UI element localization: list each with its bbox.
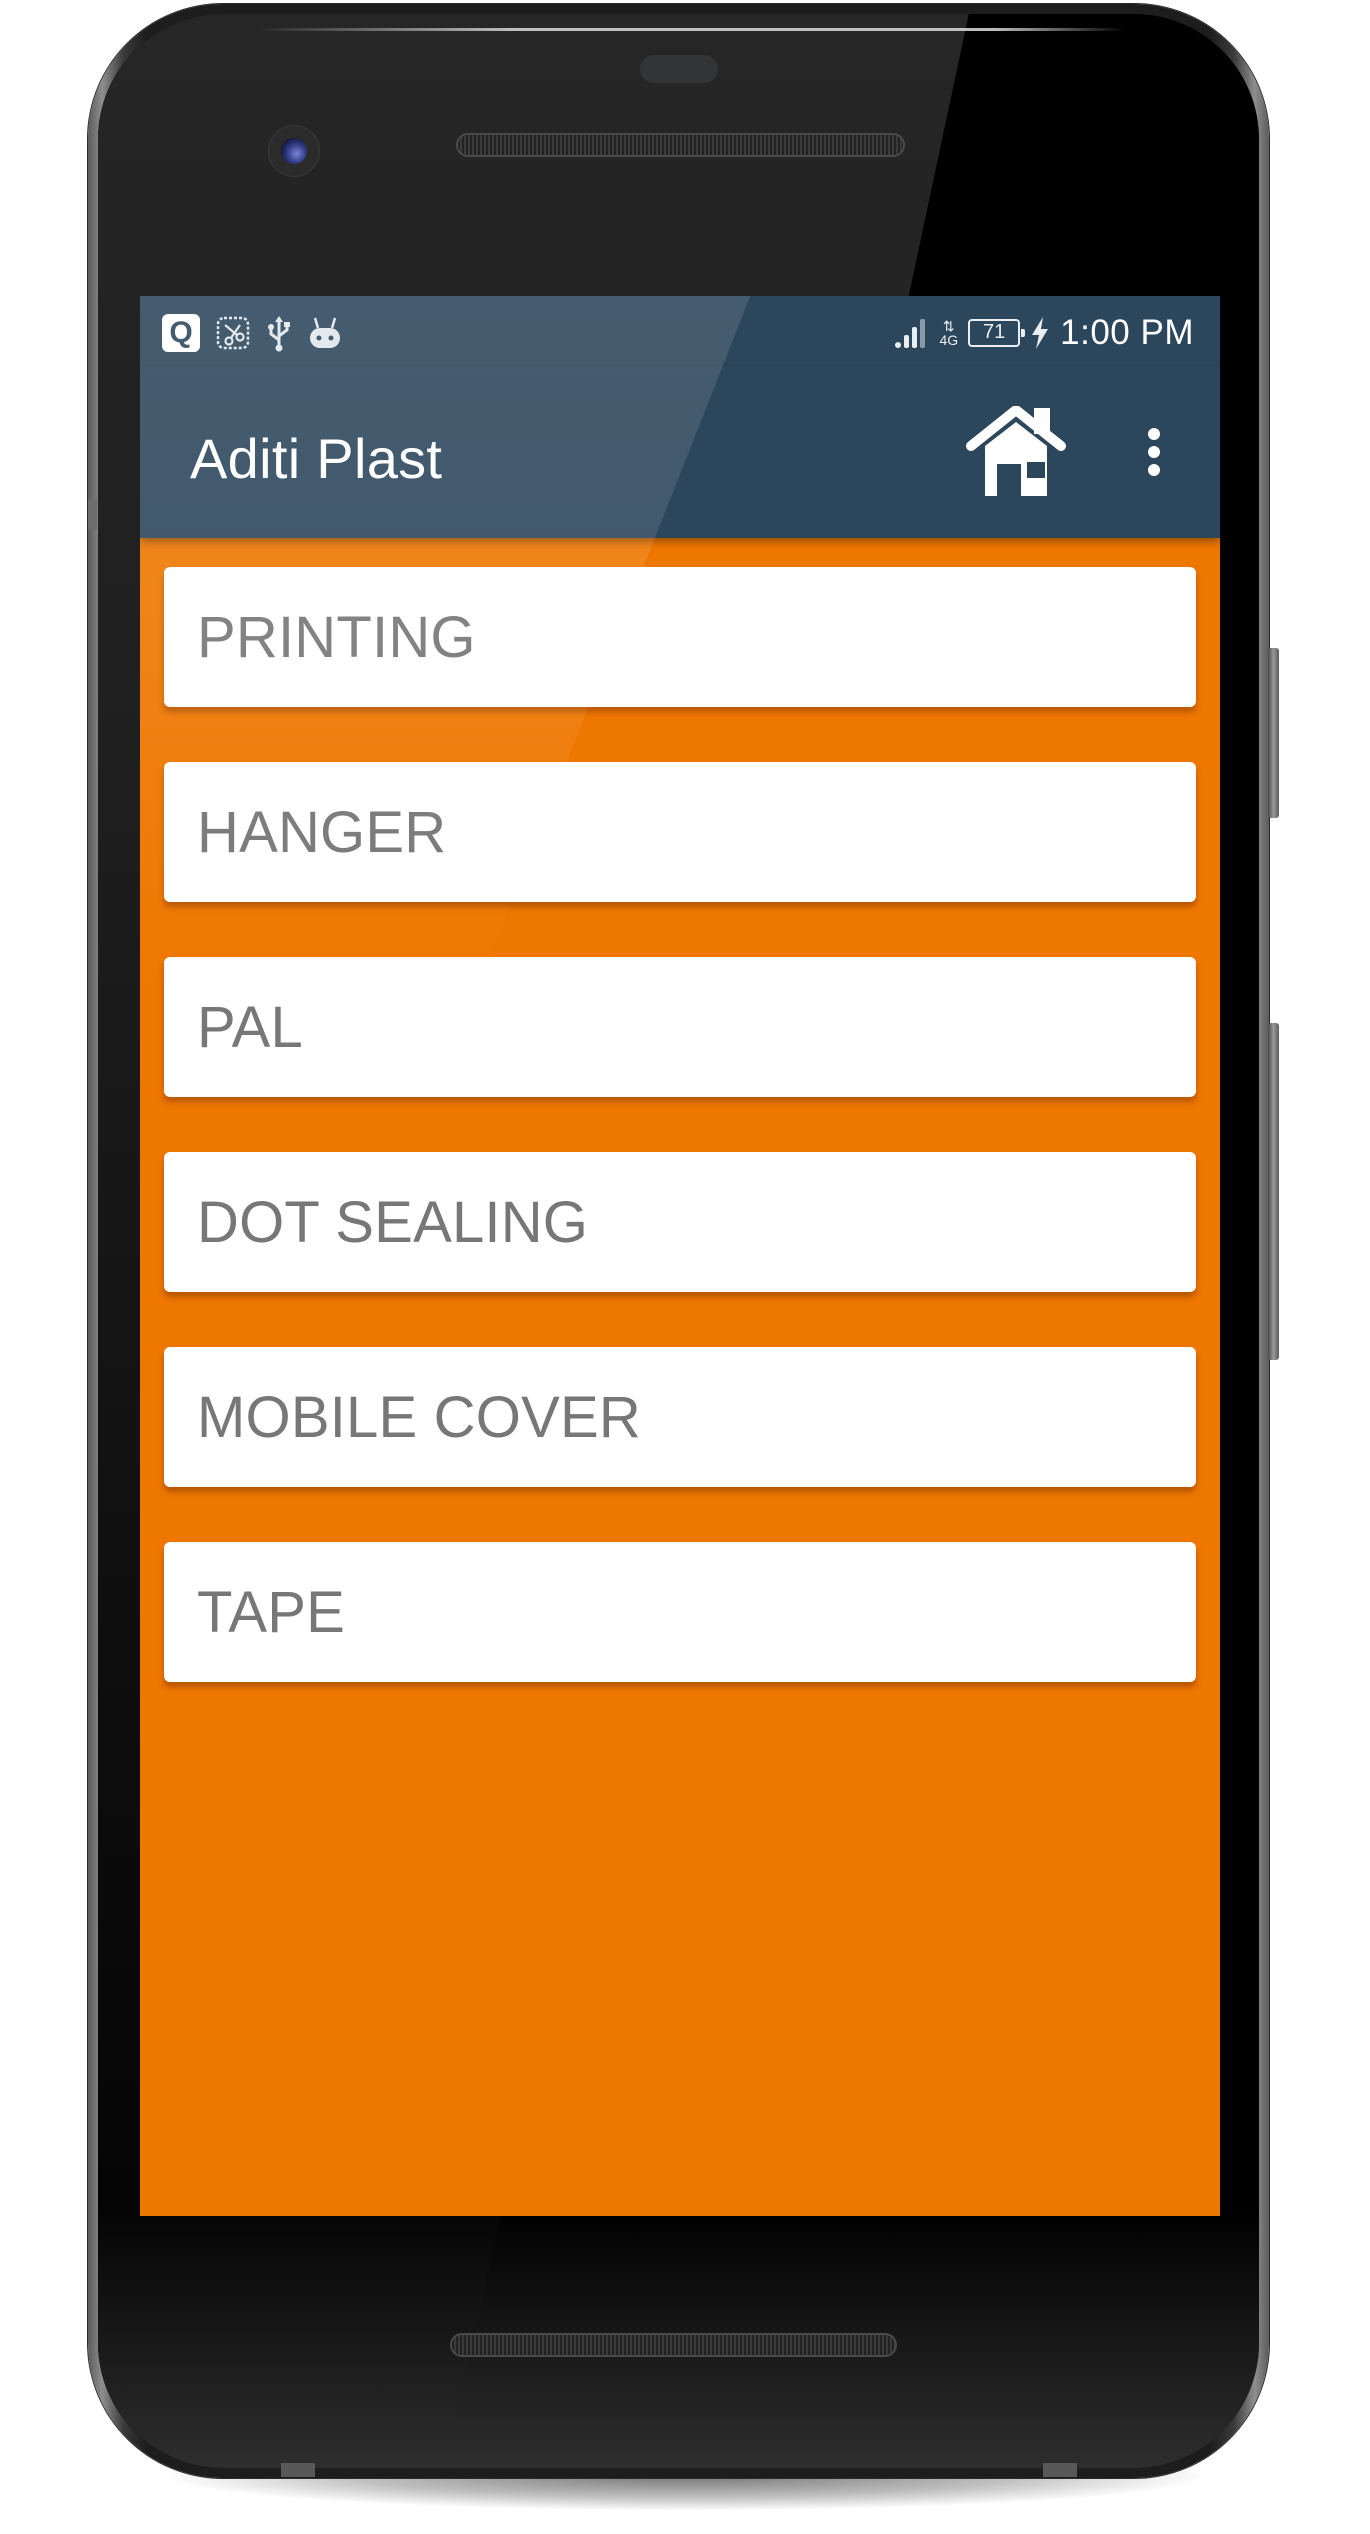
- bottom-speaker: [450, 2333, 897, 2357]
- front-camera-icon: [268, 125, 320, 177]
- category-label: TAPE: [197, 1579, 345, 1645]
- category-label: PRINTING: [197, 604, 476, 670]
- android-debug-icon: [308, 316, 342, 350]
- category-item-dot-sealing[interactable]: DOT SEALING: [164, 1152, 1196, 1292]
- home-icon: [966, 405, 1066, 496]
- screenshot-scissors-icon: [216, 315, 250, 351]
- category-item-mobile-cover[interactable]: MOBILE COVER: [164, 1347, 1196, 1487]
- app-toolbar: Aditi Plast: [140, 366, 1220, 538]
- category-label: DOT SEALING: [197, 1189, 589, 1255]
- home-button[interactable]: [965, 405, 1067, 498]
- usb-icon: [266, 314, 292, 352]
- charging-bolt-icon: [1030, 316, 1050, 350]
- proximity-sensor: [640, 55, 718, 83]
- app-screen: Q ⇅ 4G 71 1:00 PM Aditi Plast PRINTING H…: [140, 296, 1220, 2216]
- clock: 1:00 PM: [1060, 313, 1194, 352]
- data-arrows-icon: ⇅: [942, 318, 955, 334]
- network-type-label: 4G: [939, 332, 959, 348]
- bezel-highlight: [255, 28, 1125, 31]
- category-label: PAL: [197, 994, 303, 1060]
- notification-icons: Q: [162, 313, 342, 353]
- category-label: HANGER: [197, 799, 447, 865]
- antenna-band: [1043, 2463, 1077, 2477]
- battery-icon: 71: [968, 319, 1026, 347]
- antenna-band: [88, 500, 97, 530]
- network-type-icon: ⇅ 4G: [939, 319, 958, 347]
- category-item-printing[interactable]: PRINTING: [164, 567, 1196, 707]
- camera-lens: [281, 138, 307, 164]
- category-label: MOBILE COVER: [197, 1384, 641, 1450]
- signal-strength-icon: [895, 317, 929, 349]
- earpiece-speaker: [456, 133, 905, 157]
- antenna-band: [281, 2463, 315, 2477]
- quick-app-icon: Q: [162, 314, 200, 352]
- more-vert-icon: [1148, 428, 1160, 476]
- category-item-hanger[interactable]: HANGER: [164, 762, 1196, 902]
- power-button[interactable]: [1268, 648, 1279, 818]
- status-bar: Q ⇅ 4G 71 1:00 PM: [140, 296, 1220, 366]
- overflow-menu-button[interactable]: [1130, 406, 1178, 498]
- volume-button[interactable]: [1268, 1023, 1279, 1360]
- battery-level: 71: [983, 321, 1006, 343]
- category-list: PRINTING HANGER PAL DOT SEALING MOBILE C…: [164, 567, 1196, 1737]
- system-indicators: ⇅ 4G 71 1:00 PM: [895, 313, 1194, 353]
- app-title: Aditi Plast: [190, 427, 443, 490]
- category-item-tape[interactable]: TAPE: [164, 1542, 1196, 1682]
- category-item-pal[interactable]: PAL: [164, 957, 1196, 1097]
